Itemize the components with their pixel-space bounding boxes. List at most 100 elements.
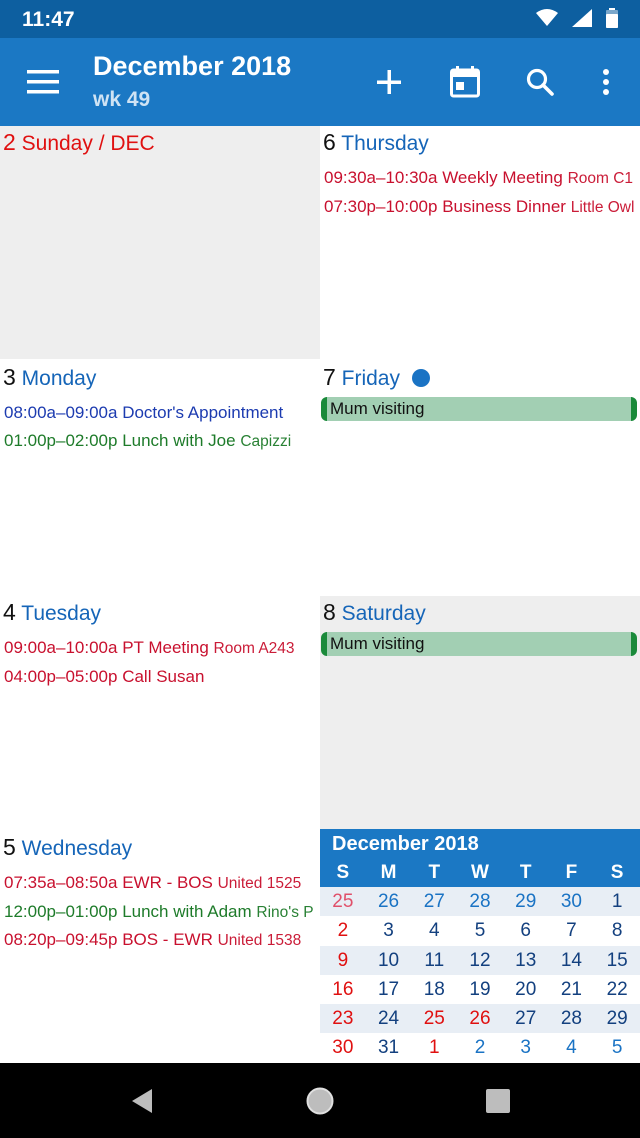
- date-cell[interactable]: 5: [457, 916, 503, 945]
- date-cell[interactable]: 21: [549, 975, 595, 1004]
- date-cell[interactable]: 25: [411, 1004, 457, 1033]
- date-cell[interactable]: 26: [457, 1004, 503, 1033]
- day-header: 3 Monday: [3, 364, 96, 391]
- date-cell[interactable]: 7: [549, 916, 595, 945]
- date-cell[interactable]: 30: [320, 1033, 366, 1062]
- event-item[interactable]: 04:00p–05:00p Call Susan: [4, 663, 320, 691]
- event-title: Lunch with Joe: [122, 430, 236, 450]
- date-cell[interactable]: 4: [549, 1033, 595, 1062]
- date-cell[interactable]: 1: [411, 1033, 457, 1062]
- event-item[interactable]: 01:00p–02:00p Lunch with Joe Capizzi: [4, 427, 320, 456]
- date-cell[interactable]: 15: [594, 946, 640, 975]
- event-item[interactable]: 08:00a–09:00a Doctor's Appointment: [4, 399, 320, 427]
- mini-calendar-weekdays: S M T W T F S: [320, 859, 640, 887]
- event-item[interactable]: 09:00a–10:00a PT Meeting Room A243: [4, 634, 320, 663]
- day-header: 8 Saturday: [323, 599, 426, 626]
- weekday-label: M: [380, 862, 397, 883]
- date-cell[interactable]: 28: [549, 1004, 595, 1033]
- event-title: PT Meeting: [122, 638, 209, 657]
- weekday-label: F: [565, 862, 578, 883]
- home-icon[interactable]: [304, 1085, 336, 1117]
- date-cell[interactable]: 28: [457, 887, 503, 916]
- event-list: 09:30a–10:30a Weekly Meeting Room C1 07:…: [324, 164, 640, 221]
- date-cell[interactable]: 17: [366, 975, 412, 1004]
- date-cell[interactable]: 2: [320, 916, 366, 945]
- day-cell-thursday[interactable]: 6 Thursday 09:30a–10:30a Weekly Meeting …: [320, 126, 640, 359]
- status-time: 11:47: [22, 8, 75, 31]
- event-time: 09:00a–10:00a: [4, 638, 118, 657]
- event-list: 07:35a–08:50a EWR - BOS United 1525 12:0…: [4, 869, 320, 955]
- day-cell-friday[interactable]: 7 Friday Mum visiting: [320, 361, 640, 596]
- date-cell[interactable]: 24: [366, 1004, 412, 1033]
- date-cell[interactable]: 25: [320, 887, 366, 916]
- recents-icon[interactable]: [482, 1085, 514, 1117]
- date-cell[interactable]: 31: [366, 1033, 412, 1062]
- weekday-label: T: [519, 862, 532, 883]
- date-cell[interactable]: 10: [366, 946, 412, 975]
- date-cell[interactable]: 11: [411, 946, 457, 975]
- date-cell[interactable]: 29: [503, 887, 549, 916]
- date-cell[interactable]: 6: [503, 916, 549, 945]
- day-header: 7 Friday: [323, 364, 430, 391]
- date-cell[interactable]: 20: [503, 975, 549, 1004]
- day-number: 8: [323, 599, 336, 625]
- date-cell[interactable]: 12: [457, 946, 503, 975]
- day-name: Tuesday: [21, 602, 102, 625]
- date-cell[interactable]: 22: [594, 975, 640, 1004]
- date-cell[interactable]: 9: [320, 946, 366, 975]
- back-icon[interactable]: [126, 1085, 158, 1117]
- event-item[interactable]: 07:30p–10:00p Business Dinner Little Owl: [324, 193, 640, 222]
- date-cell[interactable]: 19: [457, 975, 503, 1004]
- day-header: 5 Wednesday: [3, 834, 132, 861]
- day-cell-wednesday[interactable]: 5 Wednesday 07:35a–08:50a EWR - BOS Unit…: [0, 831, 320, 1063]
- event-time: 07:30p–10:00p: [324, 196, 438, 216]
- date-cell[interactable]: 13: [503, 946, 549, 975]
- mini-calendar-title[interactable]: December 2018: [320, 829, 640, 859]
- date-cell[interactable]: 3: [503, 1033, 549, 1062]
- date-cell[interactable]: 30: [549, 887, 595, 916]
- more-vert-icon[interactable]: [584, 60, 628, 104]
- week-row: 9 10 11 12 13 14 15: [320, 945, 640, 975]
- day-cell-saturday[interactable]: 8 Saturday Mum visiting: [320, 596, 640, 831]
- mini-month-calendar[interactable]: December 2018 S M T W T F S 25 26 27 28 …: [320, 829, 640, 1063]
- date-cell[interactable]: 27: [411, 887, 457, 916]
- mini-calendar-grid: 25 26 27 28 29 30 1 2 3 4 5 6 7 8 9 10 1…: [320, 887, 640, 1063]
- event-location: Room A243: [213, 640, 295, 657]
- allday-event[interactable]: Mum visiting: [321, 397, 637, 421]
- event-title: Call Susan: [122, 666, 205, 686]
- date-cell[interactable]: 18: [411, 975, 457, 1004]
- date-cell[interactable]: 27: [503, 1004, 549, 1033]
- event-item[interactable]: 12:00p–01:00p Lunch with Adam Rino's P: [4, 898, 320, 927]
- weekday-label: W: [471, 862, 489, 883]
- date-cell[interactable]: 4: [411, 916, 457, 945]
- week-row: 23 24 25 26 27 28 29: [320, 1004, 640, 1034]
- day-cell-tuesday[interactable]: 4 Tuesday 09:00a–10:00a PT Meeting Room …: [0, 596, 320, 831]
- toolbar-title[interactable]: December 2018: [93, 51, 291, 82]
- date-cell[interactable]: 14: [549, 946, 595, 975]
- day-cell-monday[interactable]: 3 Monday 08:00a–09:00a Doctor's Appointm…: [0, 361, 320, 596]
- event-title: Weekly Meeting: [442, 168, 563, 187]
- date-cell[interactable]: 23: [320, 1004, 366, 1033]
- event-item[interactable]: 07:35a–08:50a EWR - BOS United 1525: [4, 869, 320, 898]
- event-title: Business Dinner: [442, 196, 566, 216]
- date-cell[interactable]: 2: [457, 1033, 503, 1062]
- date-cell[interactable]: 29: [594, 1004, 640, 1033]
- event-list: 09:00a–10:00a PT Meeting Room A243 04:00…: [4, 634, 320, 690]
- date-cell[interactable]: 26: [366, 887, 412, 916]
- event-location: Rino's P: [256, 903, 314, 921]
- allday-event[interactable]: Mum visiting: [321, 632, 637, 656]
- date-cell[interactable]: 8: [594, 916, 640, 945]
- date-cell[interactable]: 1: [594, 887, 640, 916]
- day-cell-sunday[interactable]: 2 Sunday / DEC: [0, 126, 320, 359]
- menu-icon[interactable]: [26, 67, 60, 97]
- date-cell[interactable]: 5: [594, 1033, 640, 1062]
- event-item[interactable]: 09:30a–10:30a Weekly Meeting Room C1: [324, 164, 640, 193]
- search-icon[interactable]: [518, 60, 562, 104]
- event-title: EWR - BOS: [122, 873, 213, 892]
- event-item[interactable]: 08:20p–09:45p BOS - EWR United 1538: [4, 926, 320, 955]
- date-cell[interactable]: 16: [320, 975, 366, 1004]
- add-icon[interactable]: [367, 60, 411, 104]
- today-calendar-icon[interactable]: [443, 60, 487, 104]
- day-number: 6: [323, 129, 336, 155]
- date-cell[interactable]: 3: [366, 916, 412, 945]
